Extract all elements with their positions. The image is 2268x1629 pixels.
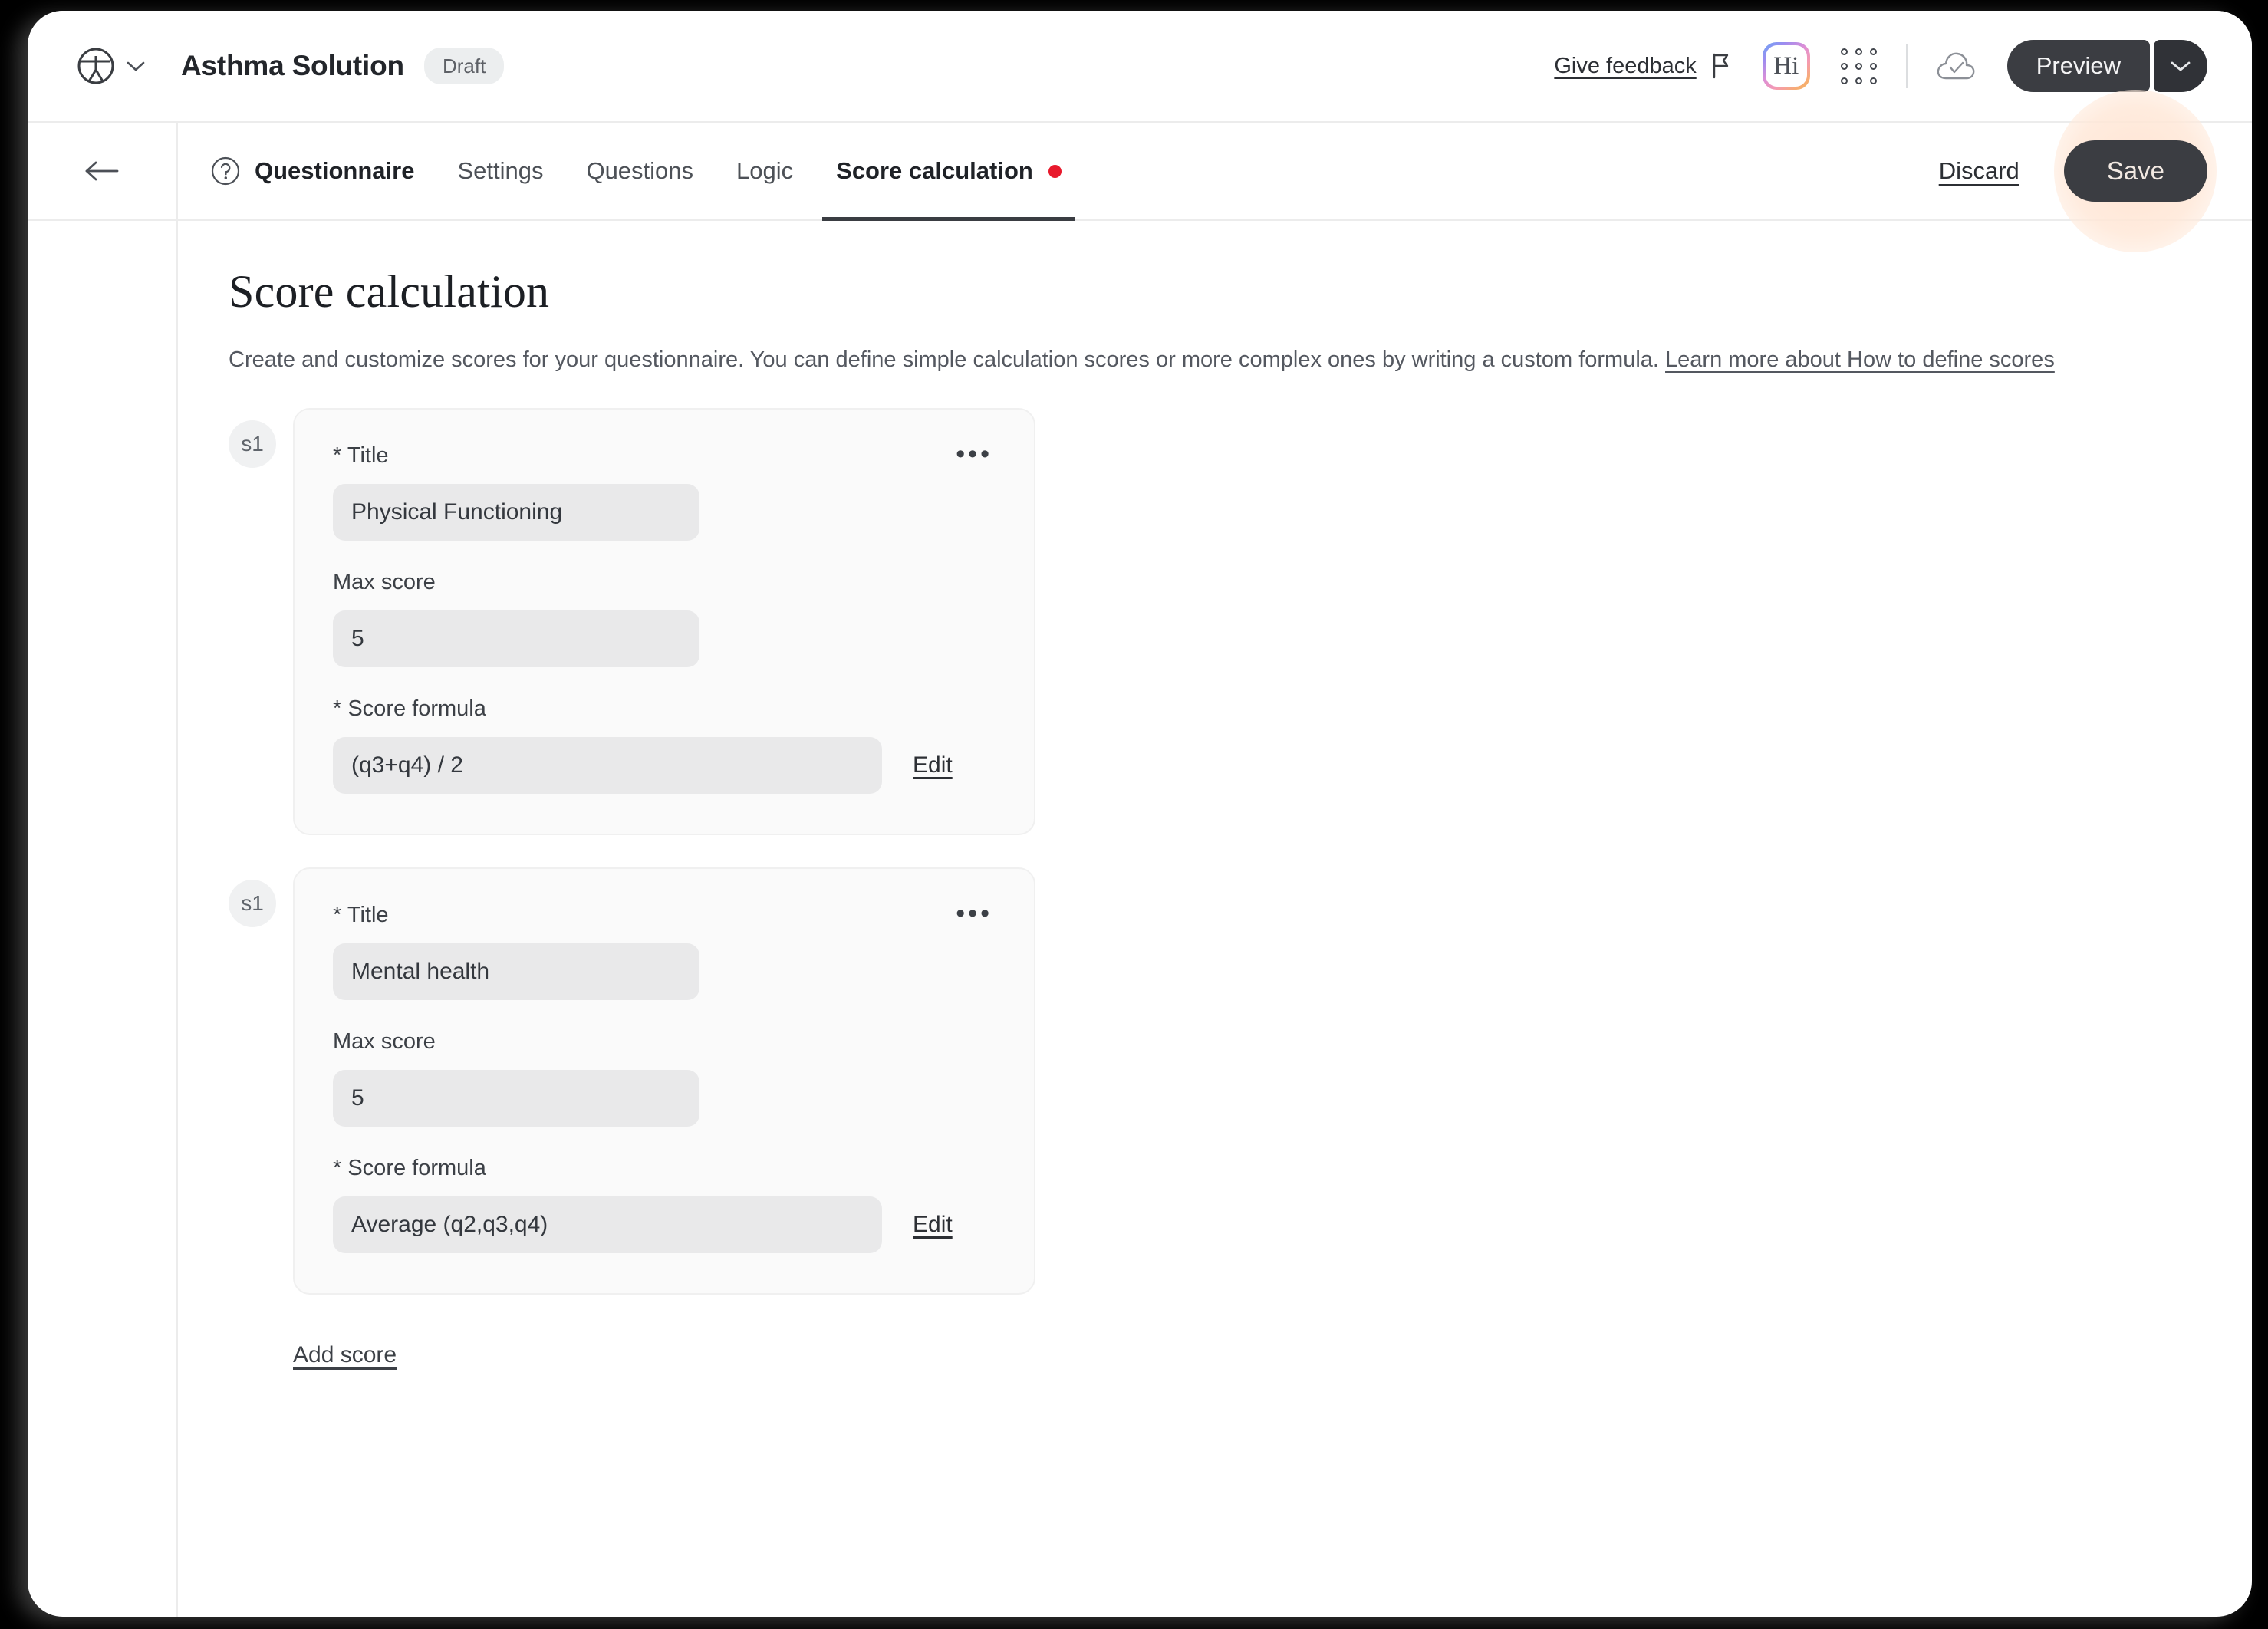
grid-dot (1840, 62, 1848, 70)
page-title: Score calculation (229, 266, 550, 317)
give-feedback-link[interactable]: Give feedback (1554, 54, 1696, 79)
add-score-button[interactable]: Add score (293, 1342, 397, 1368)
formula-row: Average (q2,q3,q4) Edit (333, 1196, 996, 1253)
score-formula-input[interactable]: Average (q2,q3,q4) (333, 1196, 882, 1253)
grid-dot (1869, 48, 1877, 55)
formula-row: (q3+q4) / 2 Edit (333, 736, 996, 794)
app-window: Asthma Solution Draft Give feedback Hi P… (28, 11, 2252, 1617)
max-score-field-label: Max score (333, 1028, 436, 1054)
tab-label: Questionnaire (255, 157, 415, 184)
grid-dot (1855, 77, 1862, 84)
tab-questionnaire[interactable]: Questionnaire (210, 123, 436, 219)
tab-label: Logic (736, 157, 794, 184)
assistant-badge[interactable]: Hi (1762, 42, 1810, 90)
chevron-down-icon (2171, 61, 2191, 71)
page-description: Create and customize scores for your que… (229, 344, 2252, 376)
arrow-left-icon (85, 161, 119, 181)
tab-label: Settings (457, 157, 544, 184)
flag-icon[interactable] (1710, 53, 1732, 79)
max-score-group: Max score 5 (333, 1029, 996, 1127)
cloud-check-icon (1937, 52, 1975, 80)
preview-button[interactable]: Preview (2006, 40, 2150, 92)
score-title-input[interactable]: Physical Functioning (333, 483, 699, 541)
learn-more-link[interactable]: Learn more about How to define scores (1665, 347, 2055, 372)
discard-button[interactable]: Discard (1939, 157, 2019, 185)
grid-dot (1869, 62, 1877, 70)
score-card: * Title ••• Physical Functioning Max sco… (293, 407, 1035, 835)
score-badge: s1 (229, 420, 276, 468)
question-circle-icon (211, 156, 240, 186)
page-description-text: Create and customize scores for your que… (229, 347, 1666, 372)
chevron-down-icon[interactable] (126, 60, 146, 72)
max-score-group: Max score 5 (333, 570, 996, 667)
top-bar: Asthma Solution Draft Give feedback Hi P… (28, 11, 2252, 123)
assistant-badge-label: Hi (1765, 45, 1807, 87)
save-button[interactable]: Save (2063, 140, 2207, 202)
max-score-input[interactable]: 5 (333, 1069, 699, 1127)
toolbar-divider (1905, 44, 1908, 88)
formula-field-label: * Score formula (333, 1155, 486, 1180)
body-area: Score calculation Create and customize s… (28, 221, 2252, 1617)
grid-dot (1869, 77, 1877, 84)
grid-dot (1840, 77, 1848, 84)
top-bar-actions: Give feedback Hi Preview (1554, 40, 2207, 92)
grid-apps-icon[interactable] (1840, 48, 1877, 84)
tab-logic[interactable]: Logic (715, 123, 815, 219)
score-card-header: * Title ••• (333, 900, 996, 928)
score-formula-input[interactable]: (q3+q4) / 2 (333, 736, 882, 794)
title-field-label: * Title (333, 902, 389, 927)
edit-formula-button[interactable]: Edit (913, 1212, 953, 1238)
left-rail (28, 221, 178, 1617)
formula-field-label: * Score formula (333, 696, 486, 721)
score-card: * Title ••• Mental health Max score 5 * … (293, 867, 1035, 1295)
main-content: Score calculation Create and customize s… (178, 221, 2252, 1617)
brand-area[interactable]: Asthma Solution Draft (77, 47, 505, 85)
max-score-input[interactable]: 5 (333, 610, 699, 667)
tab-score-calculation[interactable]: Score calculation (815, 123, 1083, 221)
grid-dot (1840, 48, 1848, 55)
tab-questions[interactable]: Questions (565, 123, 715, 219)
back-button[interactable] (28, 123, 178, 219)
vitruvian-person-logo-icon (77, 48, 114, 84)
tab-label: Score calculation (836, 157, 1033, 184)
tab-list: Questionnaire Settings Questions Logic S… (178, 123, 1083, 221)
score-row: s1 * Title ••• Physical Functioning Max … (229, 407, 2252, 835)
max-score-field-label: Max score (333, 569, 436, 594)
formula-group: * Score formula (q3+q4) / 2 Edit (333, 696, 996, 794)
save-button-wrapper: Save (2054, 90, 2217, 252)
edit-formula-button[interactable]: Edit (913, 752, 953, 778)
grid-dot (1855, 62, 1862, 70)
preview-dropdown-button[interactable] (2154, 40, 2207, 92)
nav-actions: Discard Save (1939, 90, 2217, 252)
document-title: Asthma Solution (181, 50, 404, 81)
status-badge: Draft (423, 48, 505, 84)
score-badge: s1 (229, 879, 276, 927)
score-row: s1 * Title ••• Mental health Max score 5… (229, 867, 2252, 1295)
title-field-label: * Title (333, 443, 389, 468)
nav-bar: Questionnaire Settings Questions Logic S… (28, 90, 2252, 252)
tab-settings[interactable]: Settings (436, 123, 565, 219)
score-card-header: * Title ••• (333, 441, 996, 469)
ellipsis-horizontal-icon[interactable]: ••• (953, 900, 996, 926)
unsaved-changes-dot (1048, 164, 1062, 178)
grid-dot (1855, 48, 1862, 55)
ellipsis-horizontal-icon[interactable]: ••• (953, 441, 996, 467)
tab-label: Questions (586, 157, 694, 184)
score-title-input[interactable]: Mental health (333, 943, 699, 1000)
preview-button-group: Preview (2006, 40, 2207, 92)
formula-group: * Score formula Average (q2,q3,q4) Edit (333, 1156, 996, 1253)
